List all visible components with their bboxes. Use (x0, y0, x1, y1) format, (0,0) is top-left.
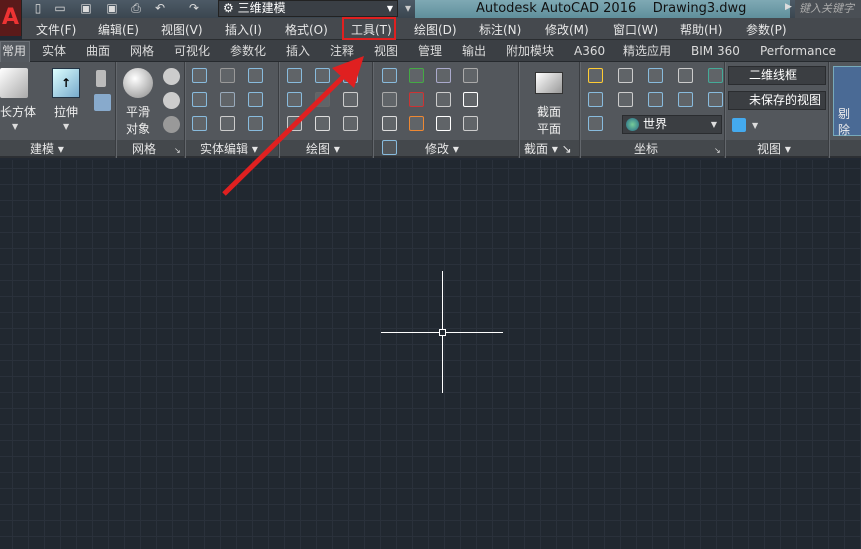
arrow-shaft (222, 73, 347, 196)
annotation-arrow (222, 56, 364, 196)
